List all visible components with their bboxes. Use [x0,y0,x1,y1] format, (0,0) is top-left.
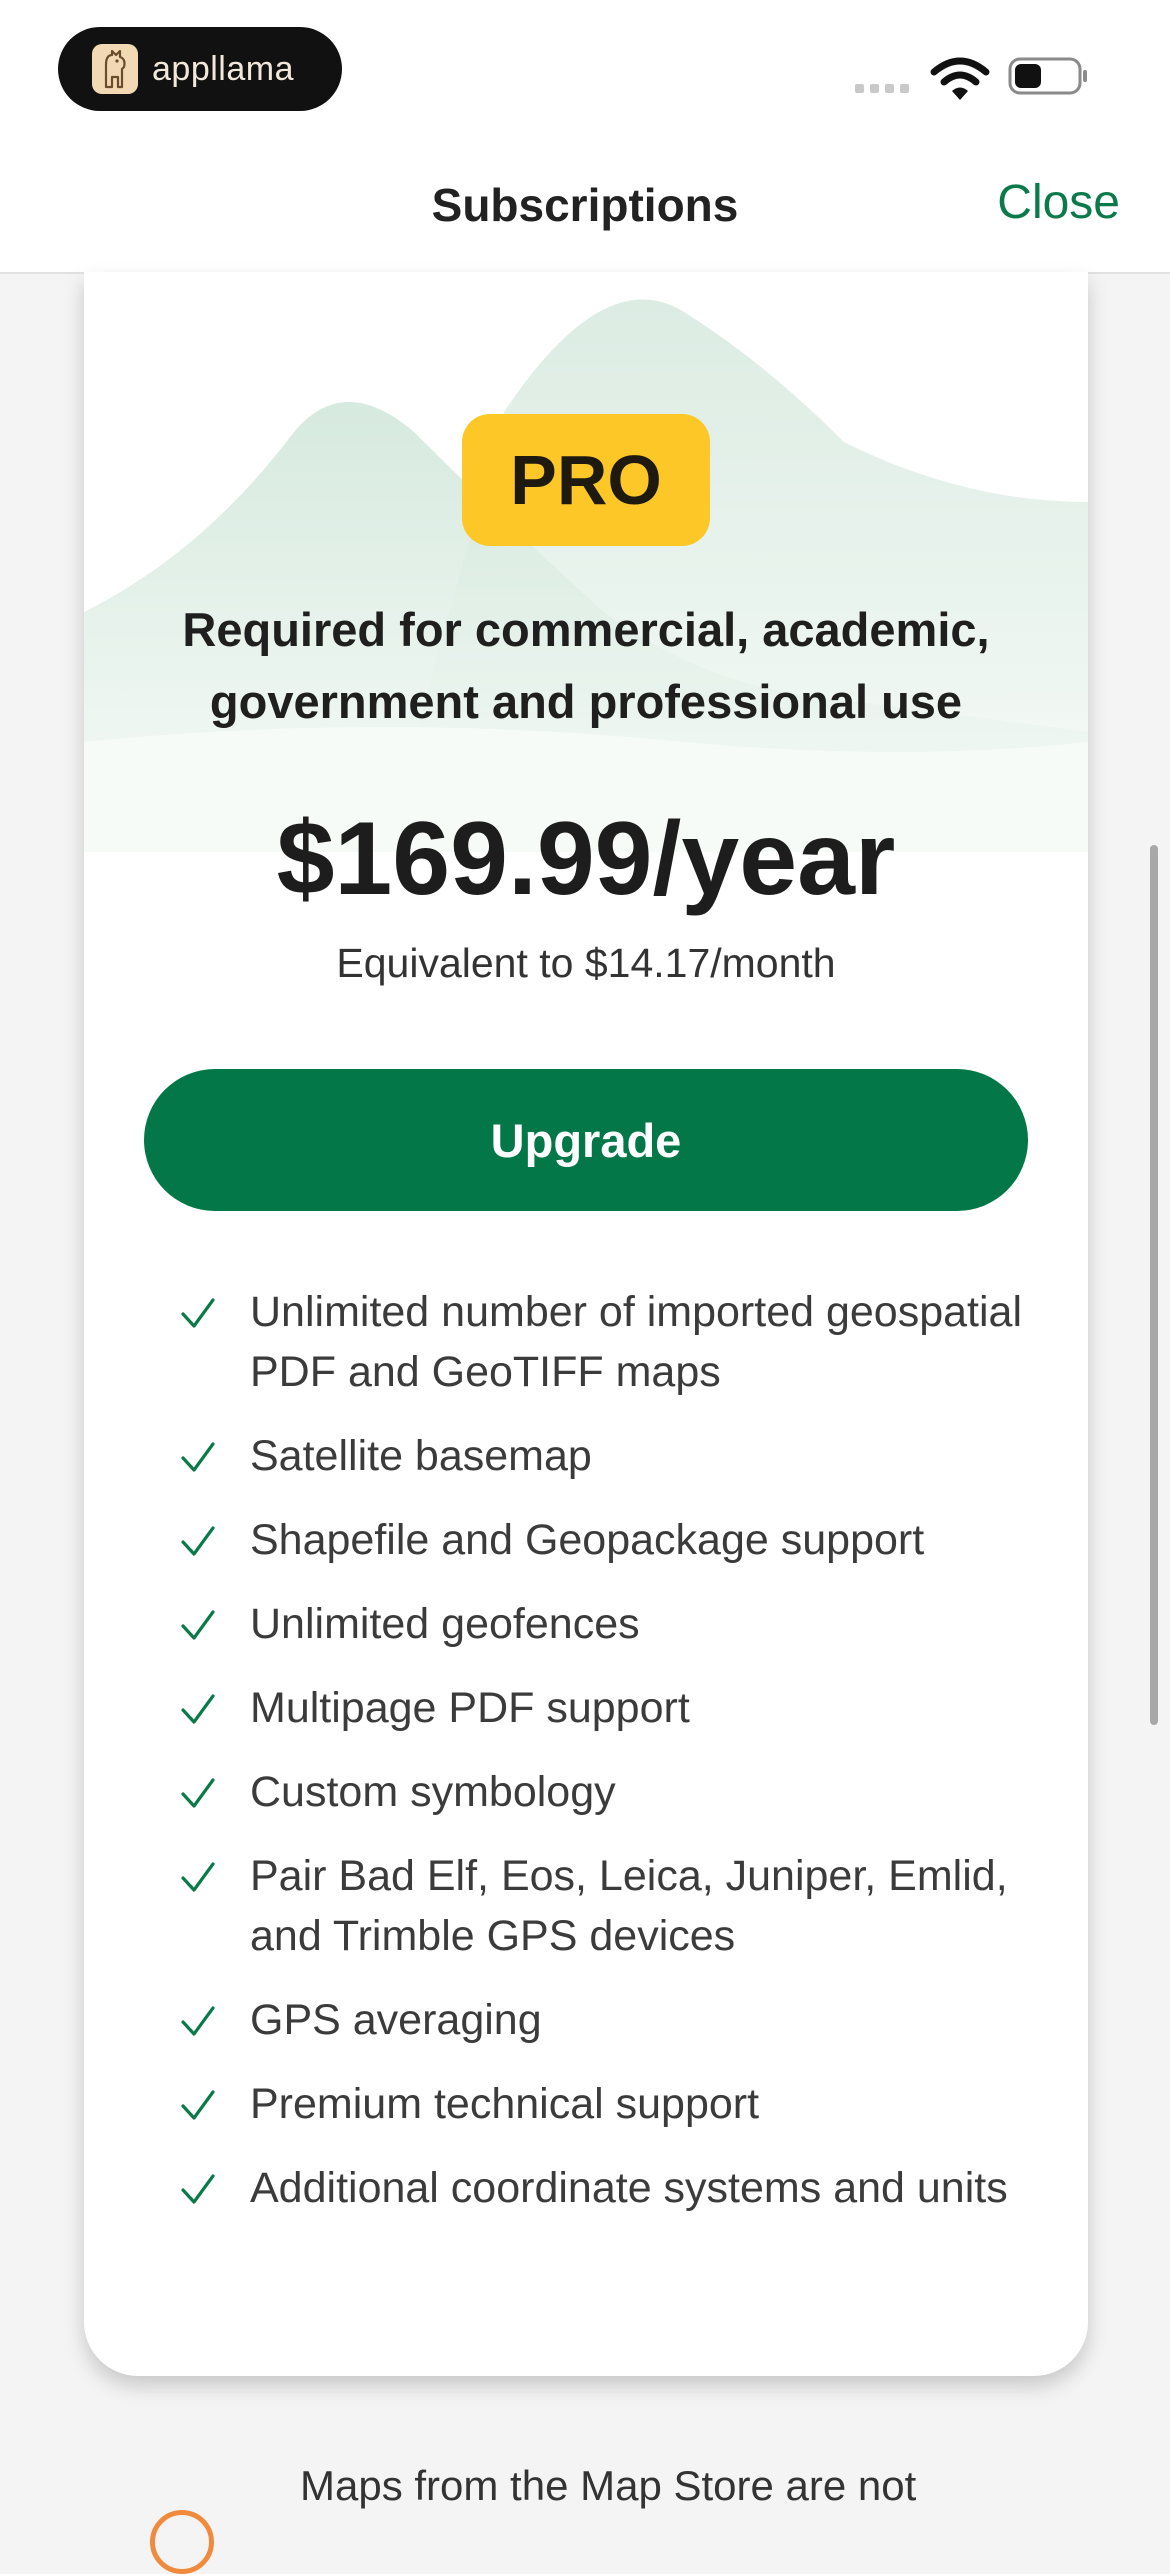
feature-item: Unlimited number of imported geospatial … [180,1282,1040,1402]
feature-text: Satellite basemap [250,1432,592,1480]
check-icon [181,1526,215,1556]
feature-list: Unlimited number of imported geospatial … [180,1282,1040,2242]
upgrade-button[interactable]: Upgrade [144,1069,1028,1211]
feature-item: Additional coordinate systems and units [180,2158,1040,2218]
vertical-scrollbar[interactable] [1150,845,1158,1725]
plan-price: $169.99/year [276,801,896,917]
check-icon [181,1694,215,1724]
check-icon [181,2174,215,2204]
feature-text: Custom symbology [250,1768,616,1816]
check-icon [181,2090,215,2120]
status-bar: appllama [0,0,1170,150]
navigation-header: Subscriptions Close [0,150,1170,274]
llama-logo-icon [92,44,138,94]
brand-name: appllama [152,49,294,88]
info-circle-icon [150,2510,214,2574]
feature-text: Unlimited number of imported geospatial … [250,1288,1023,1396]
feature-item: Multipage PDF support [180,1678,1040,1738]
feature-text: Pair Bad Elf, Eos, Leica, Juniper, Emlid… [250,1852,1008,1960]
feature-text: Shapefile and Geopackage support [250,1516,925,1564]
feature-item: Custom symbology [180,1762,1040,1822]
check-icon [181,1610,215,1640]
feature-item: Satellite basemap [180,1426,1040,1486]
close-button[interactable]: Close [991,174,1126,231]
check-icon [181,1862,215,1892]
battery-icon [1008,57,1087,95]
map-store-note: Maps from the Map Store are not [300,2462,917,2509]
plan-tagline: Required for commercial, academic, gover… [182,603,990,728]
mountain-background-illustration [84,299,1088,852]
feature-item: Shapefile and Geopackage support [180,1510,1040,1570]
feature-text: Unlimited geofences [250,1600,640,1648]
pro-plan-card: PRO Required for commercial, academic, g… [84,272,1088,2376]
monthly-equivalent: Equivalent to $14.17/month [336,940,836,986]
cellular-signal-icon [855,84,909,93]
feature-text: GPS averaging [250,1996,542,2044]
feature-item: Unlimited geofences [180,1594,1040,1654]
feature-item: Pair Bad Elf, Eos, Leica, Juniper, Emlid… [180,1846,1040,1966]
check-icon [181,1442,215,1472]
feature-text: Multipage PDF support [250,1684,690,1732]
feature-text: Additional coordinate systems and units [250,2164,1008,2212]
wifi-icon [930,57,990,100]
feature-text: Premium technical support [250,2080,760,2128]
check-icon [181,1778,215,1808]
pro-badge: PRO [462,414,710,546]
feature-item: Premium technical support [180,2074,1040,2134]
app-badge-pill: appllama [58,27,342,111]
check-icon [181,1298,215,1328]
feature-item: GPS averaging [180,1990,1040,2050]
check-icon [181,2006,215,2036]
